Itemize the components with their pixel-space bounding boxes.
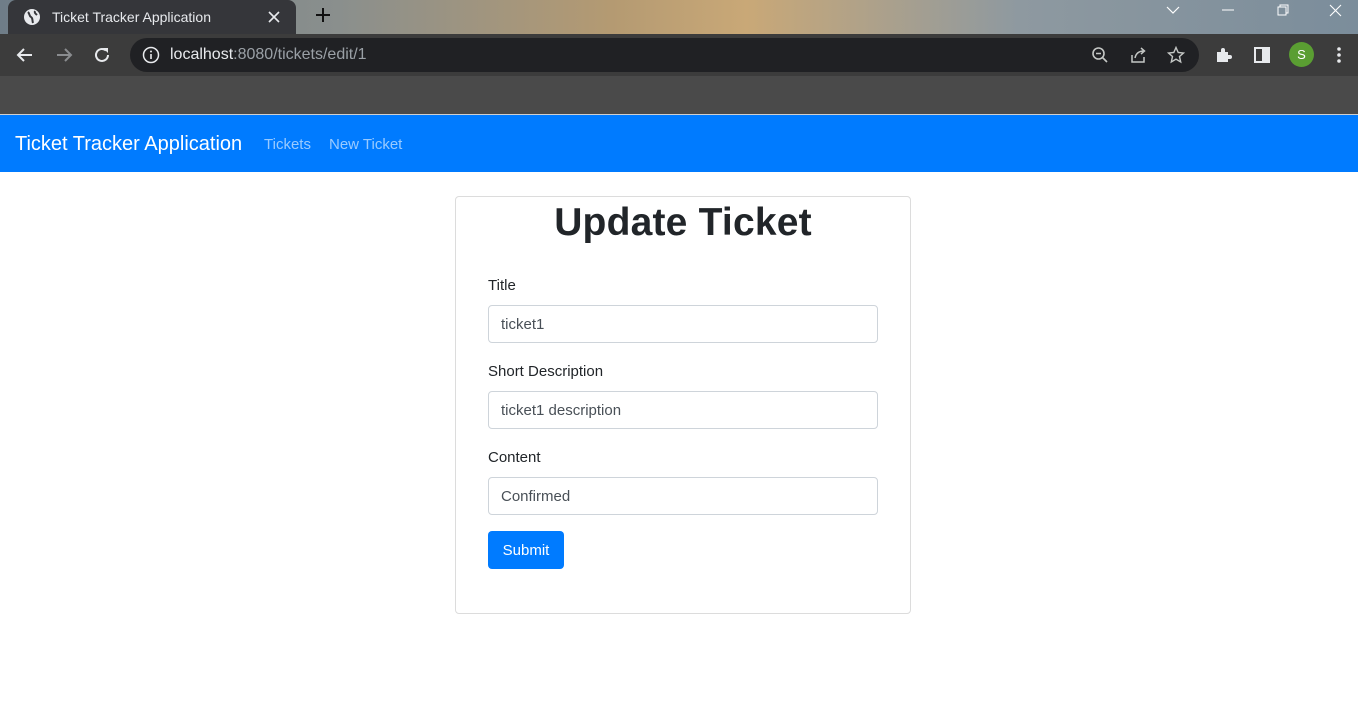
title-input[interactable]: [488, 305, 878, 343]
url-text: localhost:8080/tickets/edit/1: [170, 46, 367, 64]
submit-button[interactable]: Submit: [488, 531, 564, 569]
short-description-label: Short Description: [488, 363, 604, 380]
content-input[interactable]: [488, 477, 878, 515]
short-description-input[interactable]: [488, 391, 878, 429]
forward-icon[interactable]: [50, 41, 78, 69]
close-window-icon[interactable]: [1312, 0, 1358, 20]
browser-titlebar: Ticket Tracker Application: [0, 0, 1358, 34]
back-icon[interactable]: [11, 41, 39, 69]
menu-icon[interactable]: [1328, 44, 1350, 66]
reload-icon[interactable]: [88, 41, 116, 69]
info-icon[interactable]: [142, 46, 160, 64]
address-bar[interactable]: localhost:8080/tickets/edit/1: [130, 38, 1199, 72]
browser-toolbar: localhost:8080/tickets/edit/1 S: [0, 34, 1358, 76]
star-icon[interactable]: [1166, 45, 1186, 65]
close-icon[interactable]: [264, 7, 284, 27]
navbar-brand[interactable]: Ticket Tracker Application: [15, 133, 242, 156]
bookmarks-bar: [0, 76, 1358, 114]
nav-link-tickets[interactable]: Tickets: [264, 136, 311, 153]
url-host: localhost: [170, 46, 234, 63]
content-label: Content: [488, 449, 541, 466]
chevron-down-icon[interactable]: [1150, 0, 1196, 20]
navbar: Ticket Tracker Application Tickets New T…: [0, 115, 1358, 172]
browser-tab[interactable]: Ticket Tracker Application: [8, 0, 296, 34]
avatar[interactable]: S: [1289, 42, 1314, 67]
restore-icon[interactable]: [1260, 0, 1306, 20]
title-label: Title: [488, 277, 516, 294]
share-icon[interactable]: [1128, 45, 1148, 65]
zoom-out-icon[interactable]: [1090, 45, 1110, 65]
update-ticket-card: Update Ticket Title Short Description Co…: [455, 196, 911, 614]
nav-link-new-ticket[interactable]: New Ticket: [329, 136, 402, 153]
url-path: :8080/tickets/edit/1: [233, 46, 367, 63]
extensions-icon[interactable]: [1213, 44, 1235, 66]
page-title: Update Ticket: [554, 201, 812, 244]
globe-icon: [22, 7, 42, 27]
minimize-icon[interactable]: [1205, 0, 1251, 20]
tab-title: Ticket Tracker Application: [52, 9, 211, 25]
side-panel-icon[interactable]: [1251, 44, 1273, 66]
plus-icon[interactable]: [310, 2, 336, 28]
